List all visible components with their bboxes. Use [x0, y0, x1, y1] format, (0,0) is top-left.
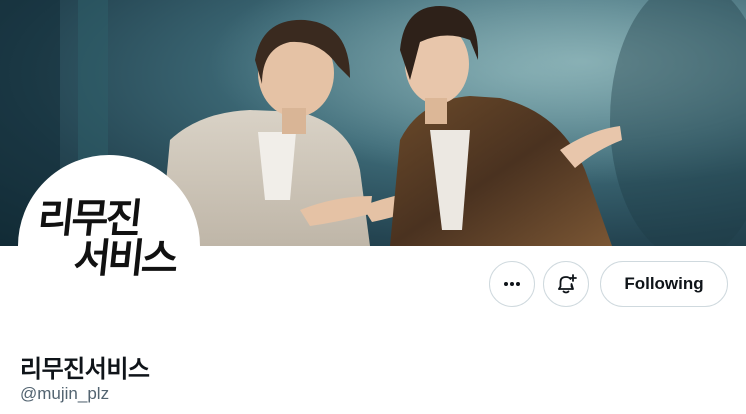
avatar-logo-line2: 서비스 [71, 236, 178, 282]
display-name: 리무진서비스 [20, 355, 150, 383]
bell-plus-icon [558, 274, 577, 294]
profile-avatar[interactable]: 리무진 서비스 [18, 155, 200, 337]
avatar-logo-line1: 리무진 [35, 196, 142, 242]
more-dots-icon [504, 282, 520, 286]
notifications-button[interactable] [543, 261, 589, 307]
avatar-logo: 리무진 서비스 [35, 196, 186, 282]
more-button[interactable] [489, 261, 535, 307]
following-button[interactable]: Following [600, 261, 728, 307]
user-handle: @mujin_plz [20, 384, 110, 403]
